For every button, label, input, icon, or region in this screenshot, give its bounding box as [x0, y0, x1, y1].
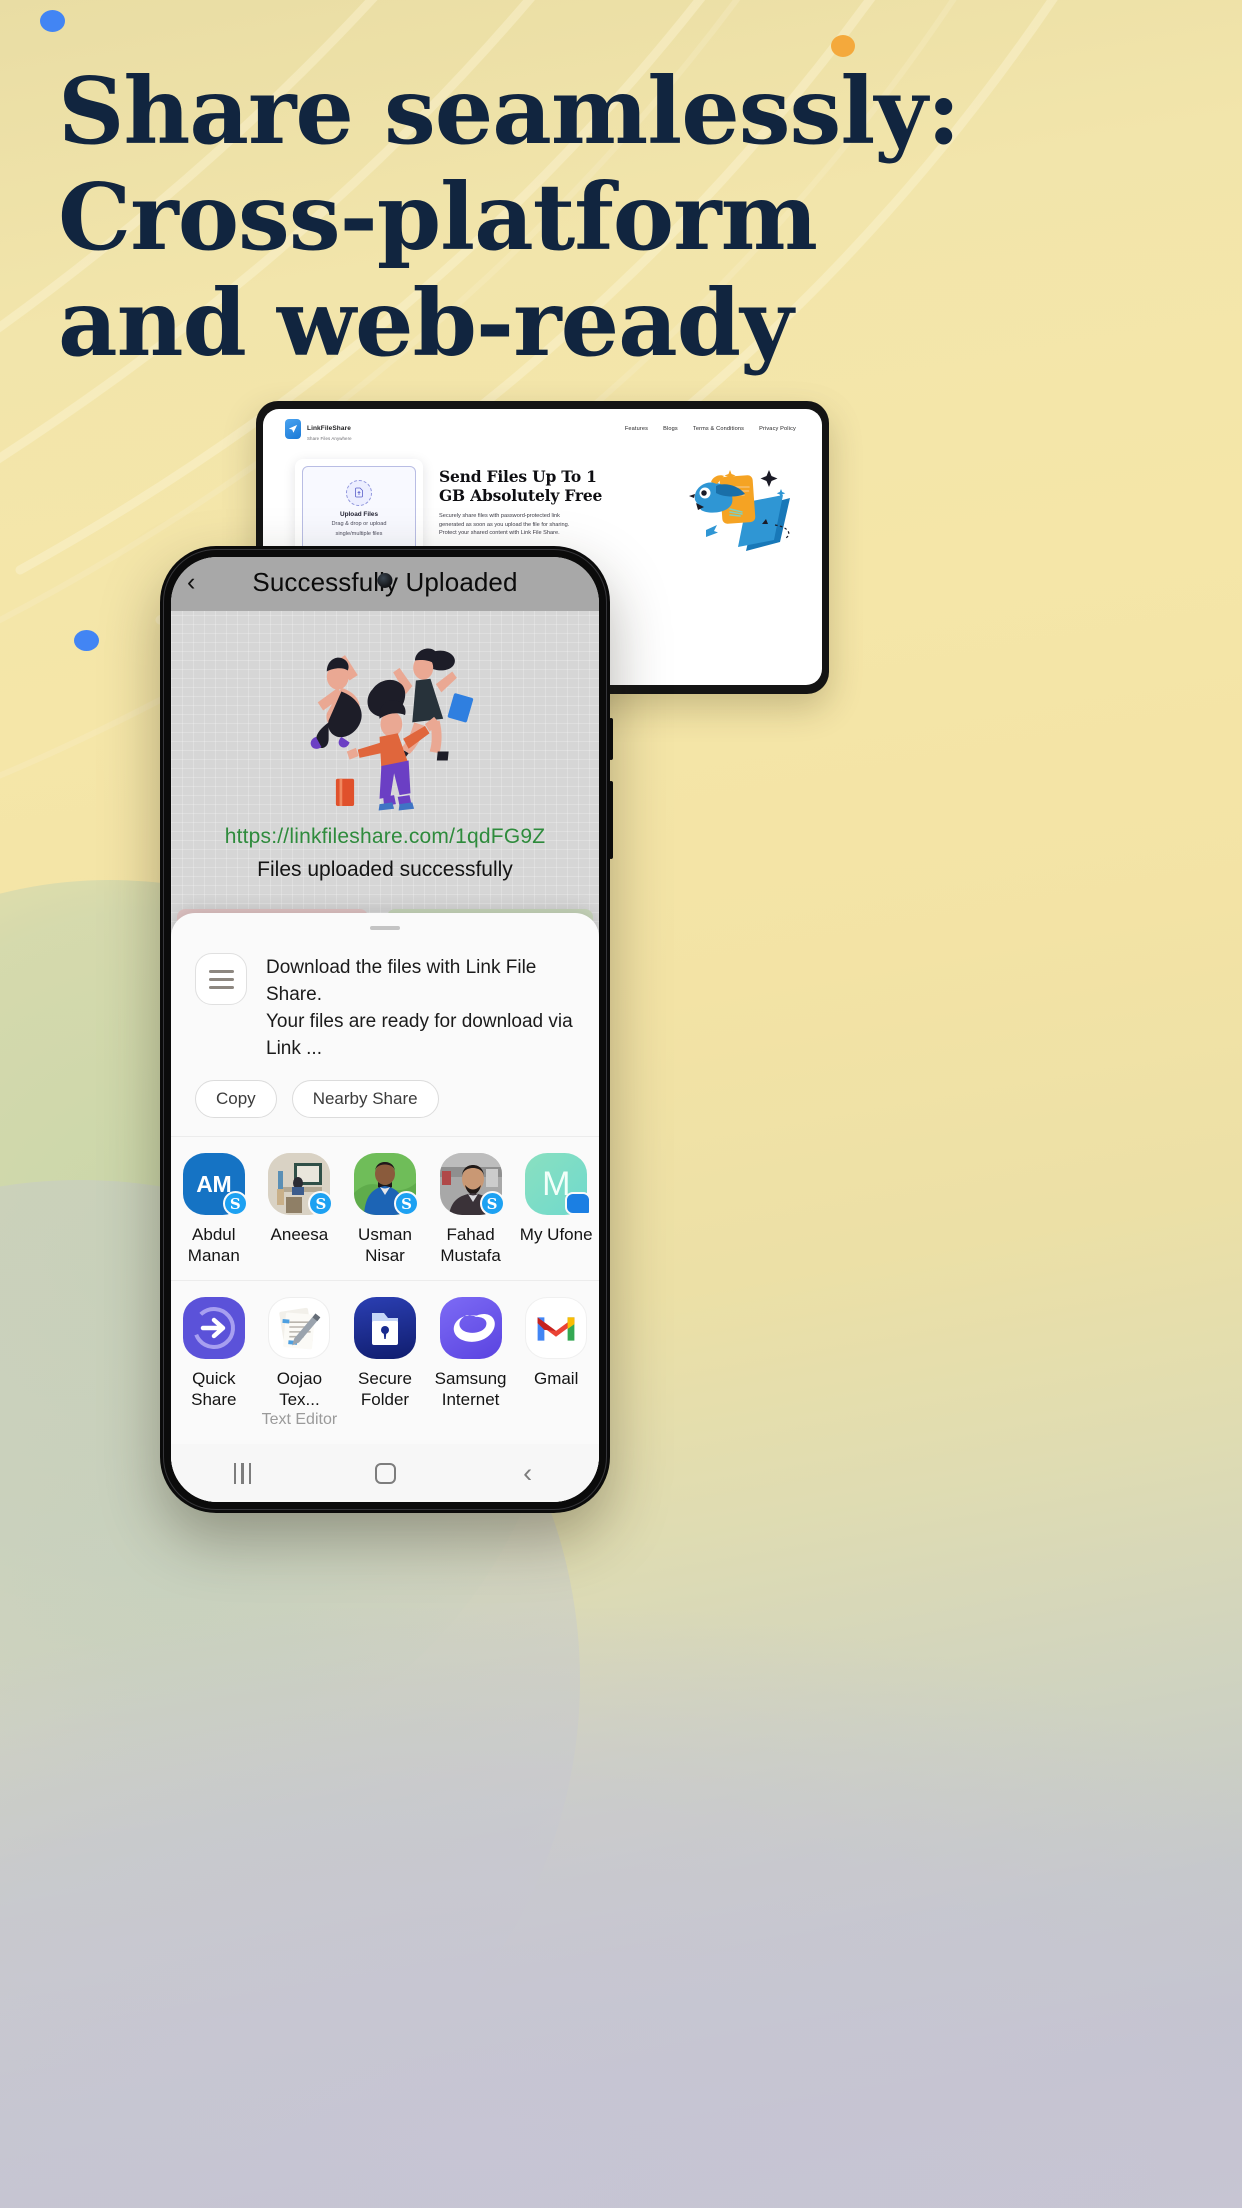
app-item[interactable]: Gmail: [513, 1297, 599, 1430]
contact-name-line-1: Fahad: [446, 1225, 495, 1244]
upload-file-icon: [346, 479, 372, 506]
apps-row: Quick Share Oojao Tex... Text Editor Sec…: [171, 1281, 599, 1444]
contact-name-line-2: Nisar: [365, 1246, 405, 1265]
front-camera-punch-hole: [377, 573, 393, 588]
linkfileshare-logo-icon: [285, 419, 301, 440]
upload-status-text: Files uploaded successfully: [257, 858, 513, 881]
hero-body-line-2: generated as soon as you upload the file…: [439, 521, 570, 528]
share-quick-actions: Copy Nearby Share: [171, 1062, 599, 1136]
contact-item[interactable]: AM S Abdul Manan: [171, 1153, 257, 1266]
browser-brand-tagline: Share Files Anywhere: [307, 436, 352, 442]
background-lavender-blob: [0, 1608, 1242, 2208]
share-sheet: Download the files with Link File Share.…: [171, 913, 599, 1502]
app-name-line-1: Secure: [358, 1369, 412, 1388]
headline-line-3: and web-ready: [58, 269, 794, 377]
contact-item[interactable]: S Aneesa: [257, 1153, 343, 1266]
quick-share-icon: [182, 1297, 245, 1359]
contact-item[interactable]: S Fahad Mustafa: [428, 1153, 514, 1266]
secure-folder-icon: [353, 1297, 416, 1359]
uploaded-link-url[interactable]: https://linkfileshare.com/1qdFG9Z: [171, 825, 599, 849]
phone-screen: ‹ Successfully Uploaded https://linkfile…: [171, 557, 599, 1502]
app-item[interactable]: Secure Folder: [342, 1297, 428, 1430]
copy-pill[interactable]: Copy: [195, 1080, 277, 1118]
nav-link-terms[interactable]: Terms & Conditions: [693, 426, 744, 432]
upload-title: Upload Files: [340, 510, 378, 518]
message-badge-icon: [565, 1192, 592, 1215]
back-icon: ‹: [523, 1457, 533, 1488]
recents-icon: [233, 1462, 252, 1484]
hero-body-line-1: Securely share files with password-prote…: [439, 513, 560, 520]
upload-sub-1: Drag & drop or upload: [331, 520, 387, 527]
app-item[interactable]: Quick Share: [171, 1297, 257, 1430]
skype-badge-icon: S: [479, 1191, 505, 1216]
hamburger-lines-icon: [195, 953, 247, 1005]
headline-line-1: Share seamlessly:: [58, 57, 961, 165]
phone-frame: ‹ Successfully Uploaded https://linkfile…: [160, 546, 610, 1513]
bird-carrying-cards-illustration: [689, 470, 790, 551]
upload-sub-2: single/multiple files: [335, 531, 383, 538]
contact-name-line-1: My Ufone: [519, 1225, 593, 1244]
android-navigation-bar: ‹: [171, 1444, 599, 1502]
samsung-internet-icon: [439, 1297, 502, 1359]
upload-card: Upload Files Drag & drop or upload singl…: [295, 459, 423, 560]
contact-item[interactable]: M My Ufone: [513, 1153, 599, 1266]
contact-name-line-1: Abdul: [192, 1225, 236, 1244]
nav-back-button[interactable]: ‹: [456, 1457, 599, 1488]
decor-dot-blue-top: [40, 10, 65, 32]
gmail-icon: [525, 1297, 588, 1359]
browser-brand-name: LinkFileShare: [307, 425, 351, 432]
nav-link-blogs[interactable]: Blogs: [663, 426, 678, 432]
nav-link-privacy[interactable]: Privacy Policy: [759, 426, 796, 432]
app-item[interactable]: Samsung Internet: [428, 1297, 514, 1430]
app-subtitle: Text Editor: [261, 1411, 338, 1428]
contacts-row: AM S Abdul Manan S Aneesa S Usman Nisar …: [171, 1137, 599, 1280]
skype-badge-icon: S: [393, 1191, 419, 1216]
app-name-line-1: Oojao Tex...: [276, 1369, 323, 1409]
page-headline: Share seamlessly: Cross-platform and web…: [58, 58, 1158, 376]
browser-nav-links: Features Blogs Terms & Conditions Privac…: [625, 426, 796, 432]
text-editor-icon: [268, 1297, 331, 1359]
app-name-line-1: Samsung: [434, 1369, 507, 1388]
app-name-line-1: Gmail: [533, 1369, 579, 1388]
app-name-line-2: Folder: [360, 1390, 410, 1409]
nearby-share-pill[interactable]: Nearby Share: [291, 1080, 439, 1118]
browser-brand[interactable]: LinkFileShare Share Files Anywhere: [285, 417, 352, 441]
nav-home-button[interactable]: [314, 1462, 457, 1484]
decor-dot-orange: [831, 35, 855, 57]
share-preview: Download the files with Link File Share.…: [171, 930, 599, 1062]
browser-navbar: LinkFileShare Share Files Anywhere Featu…: [263, 409, 822, 441]
home-icon: [374, 1462, 396, 1484]
skype-badge-icon: S: [222, 1191, 248, 1216]
share-preview-line-1: Download the files with Link File Share.: [266, 957, 537, 1005]
celebration-illustration: [171, 621, 599, 831]
contact-name-line-2: Manan: [187, 1246, 240, 1265]
nav-link-features[interactable]: Features: [625, 426, 648, 432]
upload-dropzone[interactable]: Upload Files Drag & drop or upload singl…: [302, 466, 416, 553]
app-name-line-2: Internet: [441, 1390, 500, 1409]
headline-line-2: Cross-platform: [58, 163, 818, 271]
skype-badge-icon: S: [308, 1191, 334, 1216]
contact-name-line-1: Aneesa: [270, 1225, 329, 1244]
app-name-line-1: Quick Share: [191, 1369, 237, 1409]
contact-name-line-1: Usman: [358, 1225, 412, 1244]
contact-name-line-2: Mustafa: [440, 1246, 501, 1265]
contact-item[interactable]: S Usman Nisar: [342, 1153, 428, 1266]
phone-mockup: ‹ Successfully Uploaded https://linkfile…: [160, 546, 613, 1513]
nav-recents-button[interactable]: [171, 1462, 314, 1484]
share-preview-line-2: Your files are ready for download via Li…: [266, 1011, 573, 1059]
decor-dot-blue-left: [74, 630, 99, 651]
app-item[interactable]: Oojao Tex... Text Editor: [257, 1297, 343, 1430]
hero-body-line-3: Protect your shared content with Link Fi…: [439, 530, 560, 537]
